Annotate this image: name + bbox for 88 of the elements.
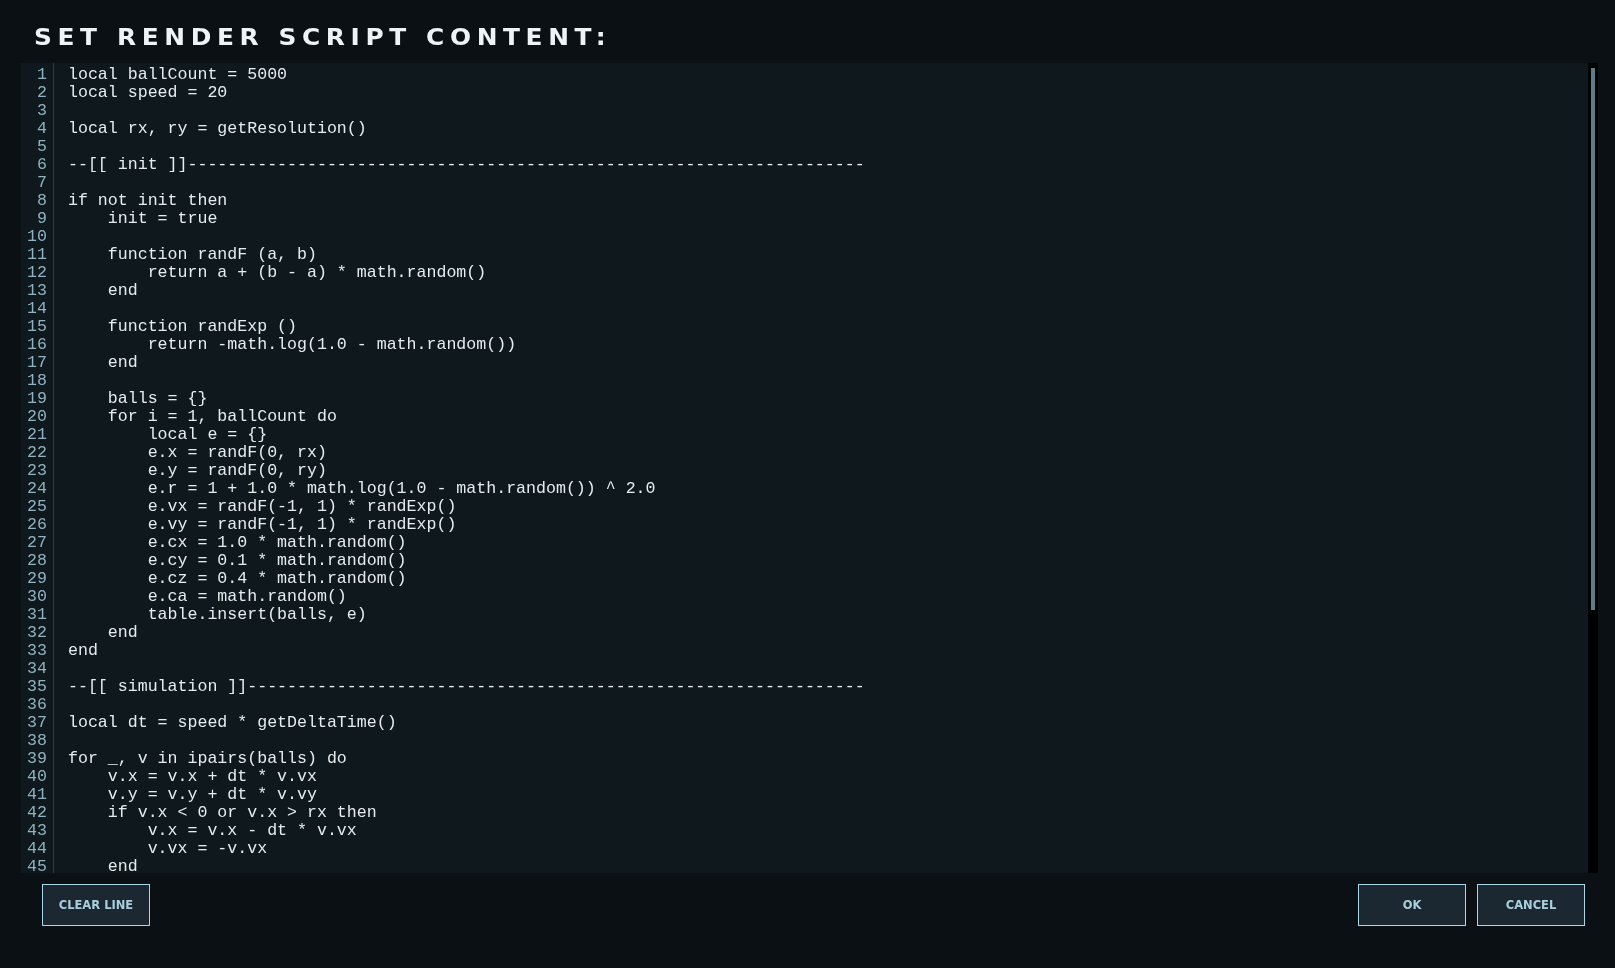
code-line: v.y = v.y + dt * v.vy — [106, 786, 317, 804]
line-number: 19 — [26, 390, 48, 408]
code-line: local ballCount = 5000 — [68, 66, 288, 84]
line-number: 44 — [26, 840, 48, 858]
code-line: for _, v in ipairs(balls) do — [68, 750, 347, 768]
line-number: 24 — [26, 480, 48, 498]
line-number: 37 — [26, 714, 48, 732]
code-line: end — [106, 858, 138, 873]
code-line: e.vy = randF(-1, 1) * randExp() — [146, 516, 457, 534]
code-line: e.cy = 0.1 * math.random() — [146, 552, 407, 570]
dialog-button[interactable]: OK — [1358, 884, 1466, 926]
code-line: --[[ simulation ]]-------------------------------------------------------------- — [68, 678, 865, 696]
line-number: 8 — [36, 192, 48, 210]
line-number: 1 — [36, 66, 48, 84]
dialog-button[interactable]: CANCEL — [1477, 884, 1585, 926]
code-line: balls = {} — [106, 390, 208, 408]
line-number: 18 — [26, 372, 48, 390]
line-number: 30 — [26, 588, 48, 606]
line-number: 21 — [26, 426, 48, 444]
code-line: function randF (a, b) — [106, 246, 317, 264]
line-number: 29 — [26, 570, 48, 588]
line-number: 33 — [26, 642, 48, 660]
line-number: 26 — [26, 516, 48, 534]
code-line: local e = {} — [146, 426, 268, 444]
line-number: 17 — [26, 354, 48, 372]
code-line: local rx, ry = getResolution() — [68, 120, 367, 138]
code-line: return -math.log(1.0 - math.random()) — [146, 336, 517, 354]
code-line: if not init then — [68, 192, 228, 210]
line-number: 16 — [26, 336, 48, 354]
line-number: 23 — [26, 462, 48, 480]
code-line: end — [106, 624, 138, 642]
dialog-button[interactable]: CLEAR LINE — [42, 884, 150, 926]
code-editor[interactable] — [21, 63, 1588, 873]
code-line: e.cz = 0.4 * math.random() — [146, 570, 407, 588]
scrollbar-track[interactable] — [1588, 63, 1598, 873]
line-number: 14 — [26, 300, 48, 318]
line-number: 3 — [36, 102, 48, 120]
code-line: v.x = v.x - dt * v.vx — [146, 822, 357, 840]
code-line: local speed = 20 — [68, 84, 228, 102]
line-number: 13 — [26, 282, 48, 300]
code-line: e.x = randF(0, rx) — [146, 444, 327, 462]
line-number: 34 — [26, 660, 48, 678]
scrollbar-thumb[interactable] — [1591, 68, 1595, 610]
line-number: 42 — [26, 804, 48, 822]
line-number: 32 — [26, 624, 48, 642]
code-line: e.vx = randF(-1, 1) * randExp() — [146, 498, 457, 516]
line-number: 25 — [26, 498, 48, 516]
line-number: 28 — [26, 552, 48, 570]
code-line: return a + (b - a) * math.random() — [146, 264, 487, 282]
code-line: --[[ init ]]-------------------------------------------------------------------- — [68, 156, 865, 174]
line-number: 4 — [36, 120, 48, 138]
line-number: 6 — [36, 156, 48, 174]
code-line: v.vx = -v.vx — [146, 840, 268, 858]
line-number: 43 — [26, 822, 48, 840]
code-line: init = true — [106, 210, 218, 228]
line-number: 27 — [26, 534, 48, 552]
line-number: 36 — [26, 696, 48, 714]
code-line: end — [106, 282, 138, 300]
line-number: 20 — [26, 408, 48, 426]
dialog-title: SET RENDER SCRIPT CONTENT: — [34, 23, 613, 52]
code-line: table.insert(balls, e) — [146, 606, 367, 624]
code-line: end — [106, 354, 138, 372]
code-line: e.r = 1 + 1.0 * math.log(1.0 - math.random()) ^ 2.0 — [146, 480, 656, 498]
code-line: for i = 1, ballCount do — [106, 408, 337, 426]
line-number: 40 — [26, 768, 48, 786]
code-line: v.x = v.x + dt * v.vx — [106, 768, 317, 786]
code-line: if v.x < 0 or v.x > rx then — [106, 804, 377, 822]
code-line: e.ca = math.random() — [146, 588, 347, 606]
line-number: 35 — [26, 678, 48, 696]
line-number: 2 — [36, 84, 48, 102]
line-number: 39 — [26, 750, 48, 768]
line-number: 5 — [36, 138, 48, 156]
line-number: 22 — [26, 444, 48, 462]
line-number: 10 — [26, 228, 48, 246]
line-number: 38 — [26, 732, 48, 750]
line-number: 41 — [26, 786, 48, 804]
line-number: 45 — [26, 858, 48, 873]
code-line: function randExp () — [106, 318, 298, 336]
line-number: 7 — [36, 174, 48, 192]
code-line: end — [68, 642, 98, 660]
line-number: 12 — [26, 264, 48, 282]
line-number: 11 — [26, 246, 48, 264]
line-number: 9 — [36, 210, 48, 228]
code-line: e.cx = 1.0 * math.random() — [146, 534, 407, 552]
code-line: e.y = randF(0, ry) — [146, 462, 327, 480]
code-line: local dt = speed * getDeltaTime() — [68, 714, 397, 732]
line-number: 31 — [26, 606, 48, 624]
line-number: 15 — [26, 318, 48, 336]
